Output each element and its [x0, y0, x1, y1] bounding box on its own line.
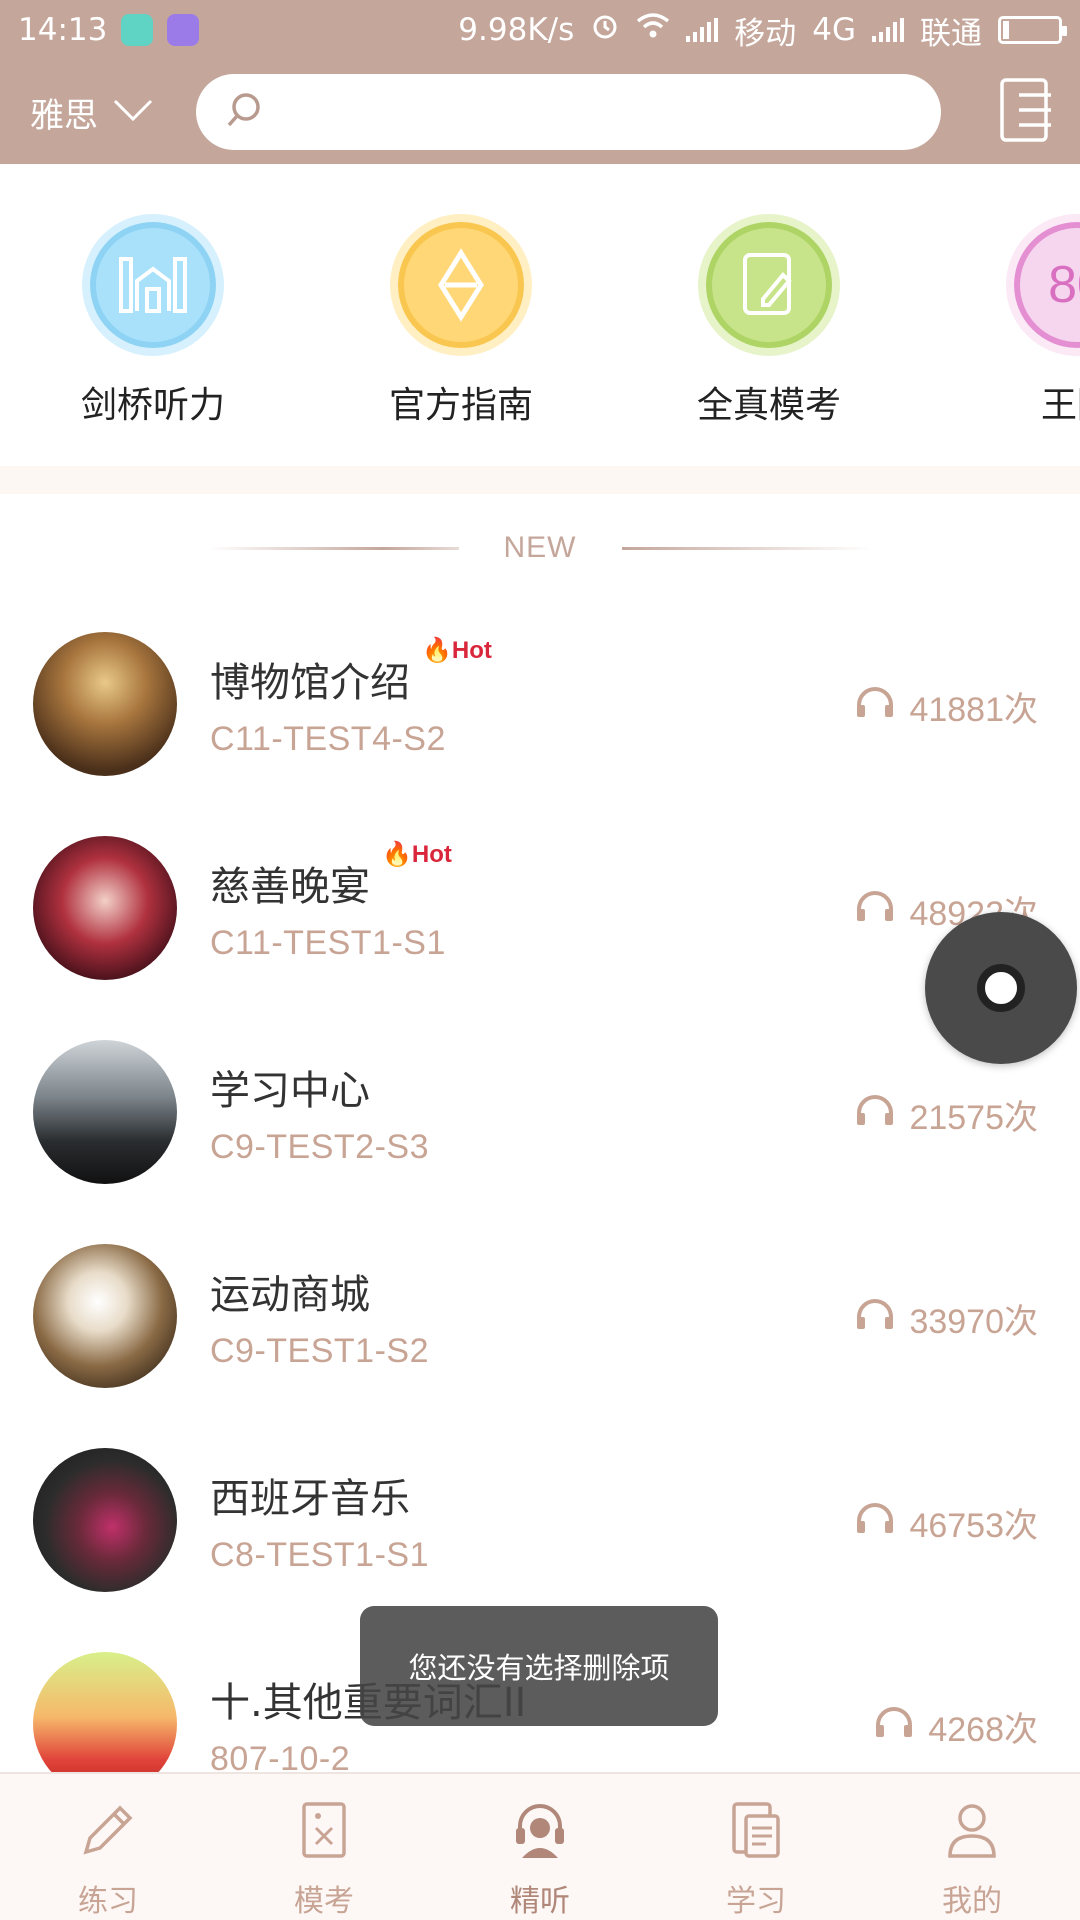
bird-app-icon [167, 14, 200, 46]
document-icon [724, 1798, 788, 1866]
toast-message: 您还没有选择删除项 [360, 1606, 718, 1726]
item-title: 西班牙音乐 [210, 1476, 410, 1522]
category-label: 全真模考 [696, 385, 841, 426]
network-type: 4G [812, 12, 856, 48]
search-input[interactable] [278, 95, 878, 129]
tab-label: 练习 [78, 1884, 138, 1919]
search-bar[interactable] [196, 74, 941, 150]
headphones-icon [874, 1705, 914, 1748]
badge-text: 80 [1048, 256, 1080, 314]
tab-mock-exam[interactable]: 模考 [216, 1774, 432, 1920]
tab-label: 我的 [942, 1884, 1002, 1919]
net-speed: 9.98K/s [458, 12, 575, 48]
item-title: 运动商城 [210, 1272, 370, 1318]
wifi-icon [636, 12, 670, 48]
section-title: NEW [503, 531, 577, 564]
sports-mall-thumbnail [33, 1244, 177, 1388]
diamond-icon [390, 214, 532, 356]
headset-user-icon [508, 1798, 572, 1866]
item-code: C8-TEST1-S1 [210, 1536, 429, 1574]
list-item[interactable]: 博物馆介绍 🔥Hot C11-TEST4-S2 41881次 [0, 620, 1080, 824]
spanish-music-thumbnail [33, 1448, 177, 1592]
app-header: 雅思 [0, 60, 1080, 164]
carrier-2: 联通 [920, 15, 982, 52]
tab-practice[interactable]: 练习 [0, 1774, 216, 1920]
tab-study[interactable]: 学习 [648, 1774, 864, 1920]
banquet-thumbnail [33, 836, 177, 980]
signal-icon-2 [872, 18, 904, 42]
carrier-1: 移动 [734, 15, 797, 52]
divider-line-right [621, 546, 872, 550]
tab-profile[interactable]: 我的 [864, 1774, 1080, 1920]
category-cambridge-listening[interactable]: 剑桥听力 [53, 214, 253, 428]
item-title: 慈善晚宴 🔥Hot [210, 841, 452, 910]
edit-note-icon [698, 214, 840, 356]
category-row: 剑桥听力 官方指南 全真模考 80 王陆 [0, 164, 1080, 464]
tab-intensive-listening[interactable]: 精听 [432, 1774, 648, 1920]
list-item[interactable]: 慈善晚宴 🔥Hot C11-TEST1-S1 48922次 [0, 824, 1080, 1028]
list-item[interactable]: 学习中心 C9-TEST2-S3 21575次 [0, 1028, 1080, 1232]
status-time: 14:13 [18, 12, 108, 48]
play-count: 21575次 [855, 1090, 1038, 1139]
category-wang-lu[interactable]: 80 王陆 [977, 214, 1080, 428]
category-official-guide[interactable]: 官方指南 [361, 214, 561, 428]
headphones-icon [855, 1297, 895, 1340]
exam-paper-icon [292, 1798, 356, 1866]
signal-icon-1 [686, 18, 719, 42]
shield-app-icon [121, 14, 154, 46]
tab-label: 模考 [294, 1884, 354, 1919]
notes-icon [999, 77, 1055, 147]
play-count: 33970次 [855, 1294, 1038, 1343]
status-bar: 14:13 9.98K/s 移动 4G 联通 [0, 0, 1080, 60]
divider-line-left [208, 546, 459, 550]
hot-badge: 🔥Hot [382, 841, 452, 868]
item-title: 学习中心 [210, 1068, 370, 1114]
item-title: 博物馆介绍 🔥Hot [210, 637, 492, 706]
alarm-icon [590, 11, 620, 49]
item-code: C11-TEST4-S2 [210, 720, 446, 758]
tab-label: 精听 [510, 1884, 570, 1919]
eighty-badge-icon: 80 [1006, 214, 1080, 356]
item-code: C9-TEST2-S3 [210, 1128, 429, 1166]
disc-icon [977, 964, 1025, 1012]
exam-type-selector[interactable]: 雅思 [30, 88, 190, 137]
tab-label: 学习 [726, 1884, 786, 1919]
item-code: C11-TEST1-S1 [210, 924, 446, 962]
play-count-text: 4268次 [928, 1711, 1038, 1749]
new-section-header: NEW [0, 520, 1080, 576]
category-label: 王陆 [1040, 385, 1080, 426]
play-count: 46753次 [855, 1498, 1038, 1547]
category-label: 剑桥听力 [80, 385, 225, 426]
headphones-icon [855, 1093, 895, 1136]
notes-button[interactable] [998, 77, 1056, 147]
play-count-text: 41881次 [909, 691, 1038, 729]
list-item[interactable]: 运动商城 C9-TEST1-S2 33970次 [0, 1232, 1080, 1436]
category-full-mock-test[interactable]: 全真模考 [669, 214, 869, 428]
play-count-text: 21575次 [909, 1099, 1038, 1137]
play-count-text: 46753次 [909, 1507, 1038, 1545]
profile-icon [940, 1798, 1004, 1866]
exam-type-label: 雅思 [30, 95, 98, 136]
hot-badge: 🔥Hot [422, 637, 492, 664]
play-count: 4268次 [874, 1702, 1038, 1751]
item-code: C9-TEST1-S2 [210, 1332, 429, 1370]
bottom-tab-bar: 练习 模考 精听 学习 我的 [0, 1772, 1080, 1920]
building-icon [82, 214, 224, 356]
category-label: 官方指南 [388, 385, 533, 426]
play-count: 41881次 [855, 682, 1038, 731]
floating-player-button[interactable] [925, 912, 1077, 1064]
section-divider [0, 466, 1080, 494]
battery-icon [998, 16, 1067, 44]
search-icon [224, 90, 264, 134]
headphones-icon [855, 1501, 895, 1544]
chevron-down-icon [112, 92, 154, 132]
headphones-icon [855, 685, 895, 728]
play-count-text: 33970次 [909, 1303, 1038, 1341]
pencil-icon [76, 1798, 140, 1866]
study-center-thumbnail [33, 1040, 177, 1184]
headphones-icon [855, 889, 895, 932]
museum-thumbnail [33, 632, 177, 776]
